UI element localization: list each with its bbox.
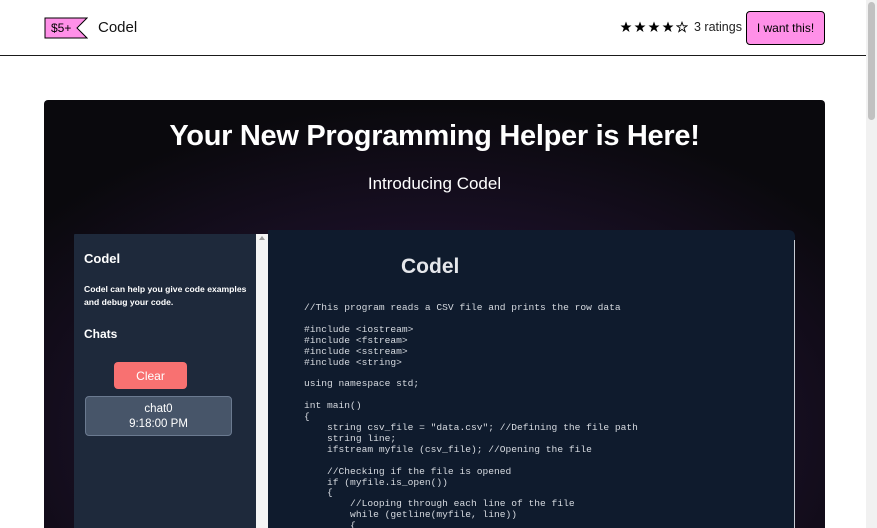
clear-button[interactable]: Clear — [114, 362, 187, 389]
sidebar-description: Codel can help you give code examples an… — [84, 284, 247, 307]
app-screenshot: Codel Codel can help you give code examp… — [74, 230, 795, 528]
page-scrollbar[interactable] — [866, 0, 877, 528]
page-scrollbar-thumb[interactable] — [868, 2, 875, 120]
code-block: //This program reads a CSV file and prin… — [304, 302, 638, 528]
star-filled-icon — [662, 21, 674, 32]
star-filled-icon — [648, 21, 660, 32]
hero-subtitle: Introducing Codel — [367, 174, 502, 193]
chat-name: chat0 — [144, 403, 173, 415]
star-filled-icon — [620, 21, 632, 32]
product-name: Codel — [98, 19, 138, 36]
app-sidebar: Codel Codel can help you give code examp… — [74, 234, 256, 528]
rating: 3 ratings — [620, 20, 742, 34]
top-bar: $5+ Codel 3 ratings I want this! — [0, 0, 866, 56]
chat-item[interactable]: chat0 9:18:00 PM — [85, 396, 232, 436]
cover-banner: Your New Programming Helper is Here! Int… — [44, 100, 825, 528]
chats-heading: Chats — [84, 327, 118, 341]
price-tag[interactable]: $5+ — [44, 17, 88, 39]
ratings-count[interactable]: 3 ratings — [694, 20, 742, 34]
star-filled-icon — [634, 21, 646, 32]
scroll-up-arrow-icon[interactable] — [259, 236, 265, 240]
main-panel-divider — [794, 240, 795, 528]
main-title: Codel — [401, 255, 460, 278]
star-outline-icon — [676, 21, 688, 33]
chat-time: 9:18:00 PM — [129, 418, 188, 430]
price-label: $5+ — [51, 21, 72, 35]
sidebar-scrollbar[interactable] — [256, 234, 268, 528]
app-main-panel: Codel //This program reads a CSV file an… — [268, 230, 795, 528]
sidebar-title: Codel — [84, 251, 121, 266]
hero-title: Your New Programming Helper is Here! — [169, 120, 700, 152]
i-want-this-button[interactable]: I want this! — [746, 11, 825, 45]
